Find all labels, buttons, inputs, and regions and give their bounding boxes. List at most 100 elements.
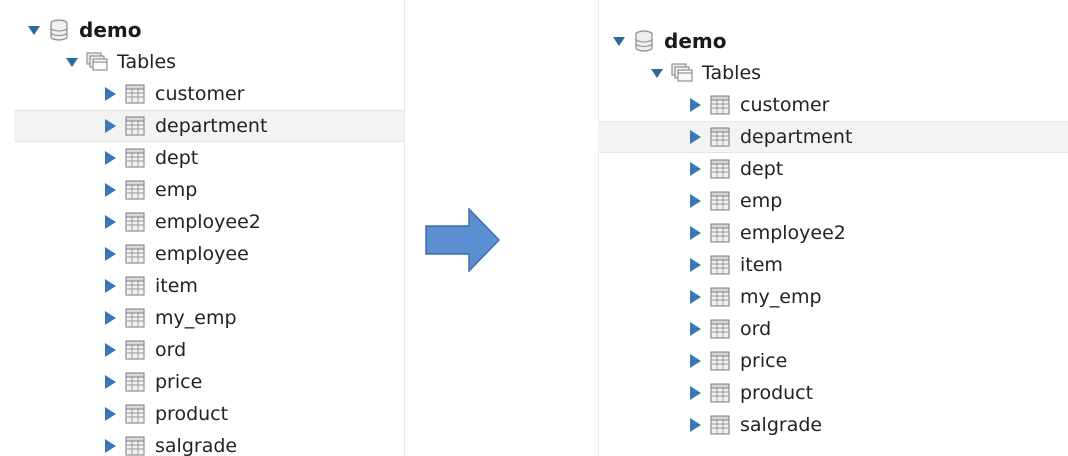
table-label: my_emp: [155, 307, 237, 329]
chevron-right-icon[interactable]: [102, 406, 118, 422]
chevron-right-icon[interactable]: [102, 278, 118, 294]
table-row[interactable]: salgrade: [599, 409, 1068, 441]
table-label: item: [740, 254, 783, 276]
table-row[interactable]: dept: [14, 142, 404, 174]
chevron-right-icon[interactable]: [102, 374, 118, 390]
database-label: demo: [79, 18, 142, 42]
tables-folder-label: Tables: [117, 51, 177, 73]
chevron-right-icon[interactable]: [102, 214, 118, 230]
tables-folder-label: Tables: [702, 62, 762, 84]
chevron-right-icon[interactable]: [102, 246, 118, 262]
table-label: employee2: [740, 222, 846, 244]
tree-node-database[interactable]: demo: [14, 14, 404, 46]
chevron-right-icon[interactable]: [102, 150, 118, 166]
chevron-right-icon[interactable]: [102, 342, 118, 358]
table-label: my_emp: [740, 286, 822, 308]
table-label: department: [155, 115, 268, 137]
table-row[interactable]: employee: [14, 238, 404, 270]
table-grid-icon: [124, 243, 146, 265]
database-icon: [48, 19, 70, 41]
schema-tree: demo Tables customer department dept emp emp…: [599, 25, 1068, 441]
table-label: customer: [740, 94, 830, 116]
table-grid-icon: [124, 435, 146, 456]
table-label: emp: [740, 190, 783, 212]
chevron-down-icon[interactable]: [611, 33, 627, 49]
chevron-right-icon[interactable]: [687, 161, 703, 177]
table-grid-icon: [124, 211, 146, 233]
chevron-right-icon[interactable]: [102, 118, 118, 134]
table-grid-icon: [709, 318, 731, 340]
table-row[interactable]: dept: [599, 153, 1068, 185]
chevron-right-icon[interactable]: [687, 257, 703, 273]
chevron-down-icon[interactable]: [64, 54, 80, 70]
chevron-right-icon[interactable]: [102, 86, 118, 102]
database-label: demo: [664, 29, 727, 53]
table-list: customer department dept emp employee2 employ…: [14, 78, 404, 456]
table-row[interactable]: product: [14, 398, 404, 430]
chevron-right-icon[interactable]: [687, 353, 703, 369]
table-grid-icon: [124, 115, 146, 137]
table-label: department: [740, 126, 853, 148]
chevron-down-icon[interactable]: [26, 22, 42, 38]
table-row[interactable]: price: [14, 366, 404, 398]
chevron-right-icon[interactable]: [687, 289, 703, 305]
table-row[interactable]: my_emp: [14, 302, 404, 334]
table-row[interactable]: ord: [599, 313, 1068, 345]
chevron-right-icon[interactable]: [687, 321, 703, 337]
table-grid-icon: [709, 126, 731, 148]
chevron-right-icon[interactable]: [102, 438, 118, 454]
table-grid-icon: [124, 179, 146, 201]
table-row[interactable]: customer: [14, 78, 404, 110]
table-row[interactable]: emp: [14, 174, 404, 206]
table-label: customer: [155, 83, 245, 105]
table-grid-icon: [709, 382, 731, 404]
table-grid-icon: [124, 275, 146, 297]
table-grid-icon: [124, 371, 146, 393]
table-grid-icon: [709, 158, 731, 180]
chevron-right-icon[interactable]: [102, 310, 118, 326]
table-row[interactable]: salgrade: [14, 430, 404, 456]
chevron-right-icon[interactable]: [687, 417, 703, 433]
table-grid-icon: [709, 286, 731, 308]
table-row[interactable]: product: [599, 377, 1068, 409]
chevron-right-icon[interactable]: [687, 193, 703, 209]
tree-node-database[interactable]: demo: [599, 25, 1068, 57]
chevron-right-icon[interactable]: [687, 385, 703, 401]
table-row[interactable]: ord: [14, 334, 404, 366]
table-row[interactable]: price: [599, 345, 1068, 377]
chevron-right-icon[interactable]: [102, 182, 118, 198]
chevron-right-icon[interactable]: [687, 97, 703, 113]
table-grid-icon: [709, 94, 731, 116]
chevron-down-icon[interactable]: [649, 65, 665, 81]
table-label: ord: [155, 339, 187, 361]
table-list: customer department dept emp employee2 item my…: [599, 89, 1068, 441]
tree-node-tables[interactable]: Tables: [599, 57, 1068, 89]
table-row[interactable]: department: [14, 110, 404, 142]
table-grid-icon: [124, 403, 146, 425]
table-row[interactable]: item: [599, 249, 1068, 281]
table-grid-icon: [709, 222, 731, 244]
tree-panel-after: demo Tables customer department dept emp emp…: [598, 0, 1068, 456]
table-label: item: [155, 275, 198, 297]
table-grid-icon: [124, 339, 146, 361]
table-grid-icon: [709, 414, 731, 436]
table-row[interactable]: my_emp: [599, 281, 1068, 313]
table-row[interactable]: emp: [599, 185, 1068, 217]
chevron-right-icon[interactable]: [687, 129, 703, 145]
tables-folder-icon: [671, 62, 693, 84]
table-row[interactable]: department: [599, 121, 1068, 153]
table-row[interactable]: item: [14, 270, 404, 302]
tree-node-tables[interactable]: Tables: [14, 46, 404, 78]
table-grid-icon: [709, 190, 731, 212]
table-row[interactable]: employee2: [14, 206, 404, 238]
table-label: employee2: [155, 211, 261, 233]
chevron-right-icon[interactable]: [687, 225, 703, 241]
database-icon: [633, 30, 655, 52]
right-arrow-icon: [425, 208, 501, 272]
table-row[interactable]: employee2: [599, 217, 1068, 249]
table-label: employee: [155, 243, 249, 265]
table-row[interactable]: customer: [599, 89, 1068, 121]
table-grid-icon: [124, 83, 146, 105]
table-label: product: [740, 382, 814, 404]
table-grid-icon: [124, 307, 146, 329]
